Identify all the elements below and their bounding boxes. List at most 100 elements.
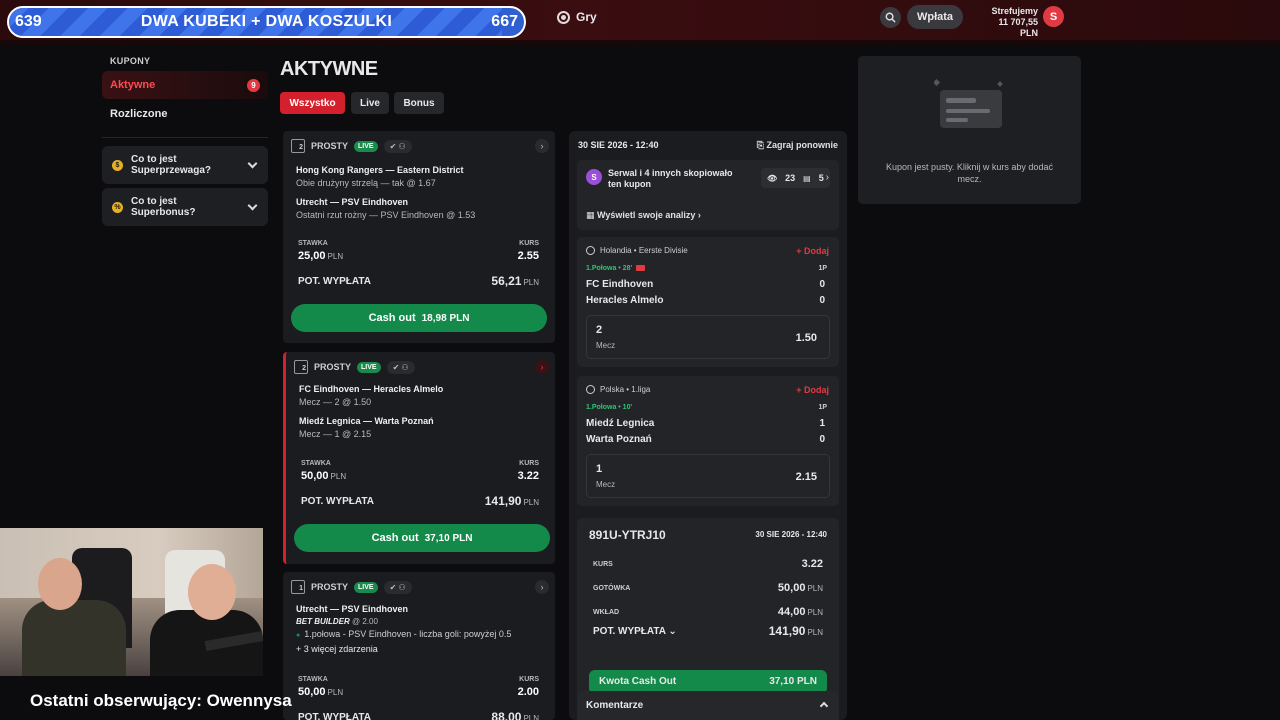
odds-value: 2.00 [517, 686, 539, 698]
chevron-right-icon[interactable]: › [535, 139, 549, 153]
coupon-card[interactable]: 1 PROSTY LIVE ✔ ⚇ › Utrecht — PSV Eindho… [283, 572, 555, 720]
football-icon [586, 385, 595, 394]
search-icon [885, 12, 896, 23]
last-follower-text: Ostatni obserwujący: Owennysa [30, 691, 292, 710]
search-button[interactable] [880, 7, 901, 28]
selection-name: 2 [596, 324, 603, 336]
copy-users-icon: ✔ ⚇ [383, 139, 412, 153]
add-to-slip-button[interactable]: + Dodaj [796, 246, 829, 256]
live-badge: LIVE [354, 140, 378, 152]
selection-box[interactable]: 2 Mecz 1.50 [586, 315, 830, 359]
event-title: Utrecht — PSV Eindhoven [296, 197, 409, 207]
event-title: Hong Kong Rangers — Eastern District [296, 165, 464, 175]
match-time: 1.Połowa • 28' [586, 265, 646, 272]
odds-label: KURS [519, 240, 539, 247]
coupon-header: 2 PROSTY LIVE ✔ ⚇ [294, 360, 415, 374]
games-nav-link[interactable]: Gry [557, 10, 597, 24]
match-card: Holandia • Eerste Divisie + Dodaj 1.Poło… [577, 237, 839, 367]
bet-builder-leg: 1.połowa - PSV Eindhoven - liczba goli: … [296, 629, 511, 639]
selection-box[interactable]: 1 Mecz 2.15 [586, 454, 830, 498]
filter-all[interactable]: Wszystko [280, 92, 345, 114]
avatar: S [586, 169, 602, 185]
copy-users-icon: ✔ ⚇ [383, 580, 412, 594]
away-team: Heracles Almelo [586, 295, 664, 306]
coupon-date: 30 SIE 2026 - 12:40 [578, 140, 659, 150]
account-name: Strefujemy [991, 6, 1038, 16]
cash-out-button[interactable]: Cash out 37,10 PLN [294, 524, 550, 552]
comments-label: Komentarze [586, 700, 644, 711]
cash-out-amount-label: Kwota Cash Out [599, 676, 677, 687]
home-score: 1 [819, 418, 825, 429]
coupon-type: PROSTY [314, 362, 352, 372]
match-period: 1P [818, 404, 827, 411]
comments-toggle[interactable]: Komentarze [577, 691, 839, 720]
view-analysis-link[interactable]: ▦ Wyświetl swoje analizy › [586, 210, 701, 221]
replay-coupon-button[interactable]: ⎘ Zagraj ponownie [757, 140, 838, 151]
coupon-header: 2 PROSTY LIVE ✔ ⚇ [291, 139, 412, 153]
copies-count: 5 [818, 173, 824, 183]
coupon-card-selected[interactable]: 2 PROSTY LIVE ✔ ⚇ › FC Eindhoven — Herac… [283, 352, 555, 564]
empty-coupon-icon [934, 78, 1003, 128]
bet-slip-panel: Kupon jest pusty. Kliknij w kurs aby dod… [858, 56, 1081, 204]
add-to-slip-button[interactable]: + Dodaj [796, 385, 829, 395]
away-score: 0 [819, 434, 825, 445]
superbonus-icon: % [112, 201, 123, 213]
chevron-down-icon [247, 158, 258, 168]
more-events-link[interactable]: + 3 więcej zdarzenia [296, 644, 378, 654]
live-stream-icon [636, 265, 646, 272]
coupon-type: PROSTY [311, 582, 349, 592]
stake-value: 50,00 PLN [301, 470, 347, 482]
sidebar-item-active[interactable]: Aktywne 9 [102, 71, 268, 99]
copy-users-icon: ✔ ⚇ [386, 360, 415, 374]
home-team: FC Eindhoven [586, 279, 654, 290]
odds-value: 3.22 [517, 470, 539, 482]
faq-superbonus[interactable]: % Co to jest Superbonus? [102, 188, 268, 226]
filter-live[interactable]: Live [351, 92, 389, 114]
chevron-right-icon[interactable]: › [535, 580, 549, 594]
summary-payout-toggle[interactable]: POT. WYPŁATA ⌄ [593, 626, 677, 637]
coupon-header: 1 PROSTY LIVE ✔ ⚇ [291, 580, 412, 594]
coupon-summary: 891U-YTRJ10 30 SIE 2026 - 12:40 KURS 3.2… [577, 518, 839, 714]
coupon-id: 891U-YTRJ10 [589, 528, 666, 542]
deposit-button[interactable]: Wpłata [907, 5, 963, 29]
coupon-detail-panel: 30 SIE 2026 - 12:40 ⎘ Zagraj ponownie S … [569, 131, 847, 720]
payout-label: POT. WYPŁATA [298, 712, 371, 720]
football-icon [586, 246, 595, 255]
goal-progress-target: 667 [491, 13, 518, 30]
top-bar-shadow [0, 40, 1280, 48]
event-item: Utrecht — PSV Eindhoven Ostatni rzut roż… [296, 197, 475, 220]
copy-info-box: S Serwal i 4 innych skopiowało ten kupon… [577, 160, 839, 230]
odds-label: KURS [519, 676, 539, 683]
live-badge: LIVE [354, 581, 378, 593]
chevron-down-icon: ⌄ [668, 626, 677, 637]
filter-bonus[interactable]: Bonus [394, 92, 444, 114]
bet-builder-label: BET BUILDER @ 2.00 [296, 617, 378, 626]
coupon-count-icon: 1 [291, 580, 305, 594]
event-item: Miedź Legnica — Warta Poznań Mecz — 1 @ … [299, 416, 434, 439]
coupon-card[interactable]: 2 PROSTY LIVE ✔ ⚇ › Hong Kong Rangers — … [283, 131, 555, 343]
event-title: FC Eindhoven — Heracles Almelo [299, 384, 444, 394]
summary-odds: 3.22 [801, 558, 823, 570]
chevron-right-icon[interactable]: › [535, 360, 549, 374]
selection-odds: 2.15 [795, 471, 817, 483]
avatar[interactable]: S [1043, 6, 1064, 27]
cash-out-button[interactable]: Cash out 18,98 PLN [291, 304, 547, 332]
chevron-right-icon[interactable]: › [826, 172, 829, 183]
away-score: 0 [819, 295, 825, 306]
coupon-count-icon: 2 [291, 139, 305, 153]
balance-amount: 11 707,55 PLN [998, 17, 1038, 38]
copy-info-text: Serwal i 4 innych skopiowało ten kupon [608, 168, 733, 189]
chevron-down-icon [247, 200, 258, 210]
odds-value: 2.55 [517, 250, 539, 262]
goal-progress-title: DWA KUBEKI + DWA KOSZULKI [140, 13, 393, 30]
streamer-head [38, 558, 82, 610]
account-balance[interactable]: Strefujemy 11 707,55 PLN [978, 6, 1038, 39]
selection-odds: 1.50 [795, 332, 817, 344]
sidebar-divider [102, 137, 268, 138]
event-item: Utrecht — PSV Eindhoven BET BUILDER @ 2.… [296, 604, 511, 639]
sidebar-item-settled[interactable]: Rozliczone [102, 100, 268, 128]
payout-label: POT. WYPŁATA [298, 276, 371, 287]
selection-market: Mecz [596, 341, 616, 350]
faq-superprzewaga[interactable]: $ Co to jest Superprzewaga? [102, 146, 268, 184]
sidebar-item-label: Aktywne [110, 79, 156, 91]
